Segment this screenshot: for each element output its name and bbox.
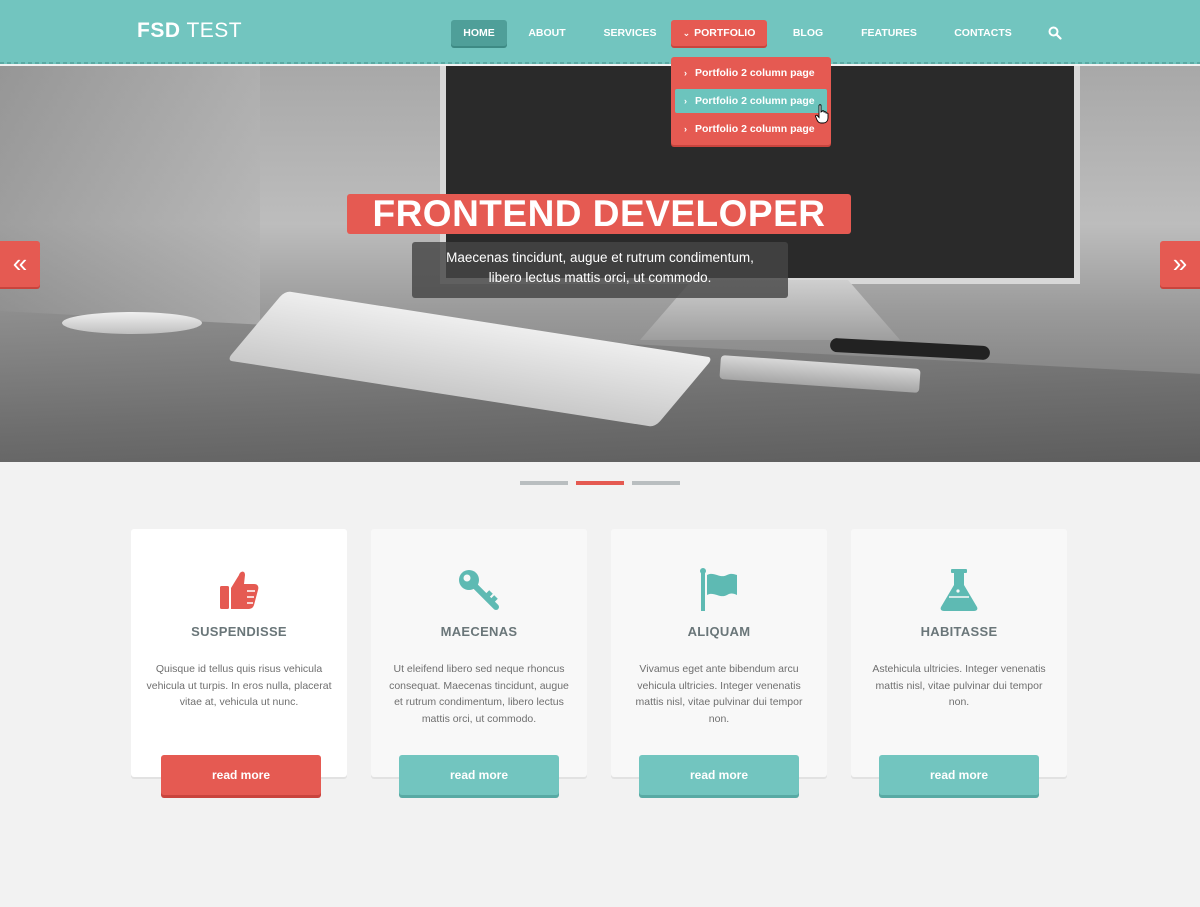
feature-card-suspendisse: SUSPENDISSE Quisque id tellus quis risus… (131, 529, 347, 777)
flask-icon (940, 569, 978, 611)
card-icon-wrap (371, 567, 587, 613)
nav-item-portfolio-label: PORTFOLIO (694, 27, 756, 39)
site-logo[interactable]: FSD TEST (137, 19, 242, 43)
card-icon-wrap (131, 567, 347, 613)
hero-title: FRONTEND DEVELOPER (347, 194, 851, 234)
feature-card-maecenas: MAECENAS Ut eleifend libero sed neque rh… (371, 529, 587, 777)
slider-dot-2[interactable] (576, 481, 624, 485)
feature-card-habitasse: HABITASSE Astehicula ultricies. Integer … (851, 529, 1067, 777)
nav-item-services[interactable]: SERVICES (596, 20, 664, 46)
key-icon (459, 570, 499, 610)
nav-item-contacts[interactable]: CONTACTS (948, 20, 1018, 46)
feature-card-aliquam: ALIQUAM Vivamus eget ante bibendum arcu … (611, 529, 827, 777)
dropdown-item-label: Portfolio 2 column page (695, 67, 815, 79)
nav-item-features[interactable]: FEATURES (855, 20, 923, 46)
slider-dot-1[interactable] (520, 481, 568, 485)
slider-dot-3[interactable] (632, 481, 680, 485)
card-icon-wrap (851, 567, 1067, 613)
read-more-button-suspendisse[interactable]: read more (161, 755, 321, 795)
card-text: Astehicula ultricies. Integer venenatis … (872, 663, 1046, 708)
card-title: ALIQUAM (687, 624, 751, 639)
dropdown-item-label: Portfolio 2 column page (695, 123, 815, 135)
read-more-button-habitasse[interactable]: read more (879, 755, 1039, 795)
nav-item-about[interactable]: ABOUT (518, 20, 576, 46)
hand-pointer-cursor-icon (815, 104, 829, 124)
dropdown-item-label: Portfolio 2 column page (695, 95, 815, 107)
dropdown-item-portfolio-2[interactable]: › Portfolio 2 column page (675, 89, 827, 113)
nav-item-portfolio[interactable]: ⌄ PORTFOLIO (671, 20, 767, 46)
hero-mouse-graphic (62, 312, 202, 334)
card-title: MAECENAS (440, 624, 518, 639)
logo-light-text: TEST (186, 19, 243, 42)
nav-item-home[interactable]: HOME (451, 20, 507, 46)
card-title: HABITASSE (920, 624, 998, 639)
chevron-right-icon: › (684, 96, 687, 106)
double-chevron-right-icon: » (1172, 248, 1188, 278)
search-icon[interactable] (1048, 26, 1062, 40)
read-more-button-aliquam[interactable]: read more (639, 755, 799, 795)
read-more-button-maecenas[interactable]: read more (399, 755, 559, 795)
card-icon-wrap (611, 567, 827, 613)
dropdown-item-portfolio-3[interactable]: › Portfolio 2 column page (675, 117, 827, 141)
portfolio-dropdown-menu: › Portfolio 2 column page › Portfolio 2 co… (671, 57, 831, 145)
card-title: SUSPENDISSE (191, 624, 287, 639)
slider-next-button[interactable]: » (1160, 241, 1200, 287)
chevron-right-icon: › (684, 124, 687, 134)
thumbs-up-icon (220, 571, 259, 609)
site-header: FSD TEST HOME ABOUT SERVICES ⌄ PORTFOLIO … (0, 0, 1200, 64)
card-text: Ut eleifend libero sed neque rhoncus con… (389, 663, 569, 725)
chevron-down-icon: ⌄ (682, 28, 691, 38)
card-text: Vivamus eget ante bibendum arcu vehicula… (635, 663, 803, 725)
logo-bold-text: FSD (137, 19, 181, 42)
hero-subtitle: Maecenas tincidunt, augue et rutrum cond… (412, 242, 788, 298)
card-text: Quisque id tellus quis risus vehicula ve… (146, 663, 332, 708)
nav-item-blog[interactable]: BLOG (785, 20, 831, 46)
hero-subtitle-line-2: libero lectus mattis orci, ut commodo. (488, 270, 712, 285)
chevron-right-icon: › (684, 68, 687, 78)
hero-subtitle-line-1: Maecenas tincidunt, augue et rutrum cond… (446, 250, 754, 265)
dropdown-item-portfolio-1[interactable]: › Portfolio 2 column page (675, 61, 827, 85)
slider-prev-button[interactable]: « (0, 241, 40, 287)
double-chevron-left-icon: « (12, 248, 28, 278)
flag-icon (700, 568, 737, 611)
